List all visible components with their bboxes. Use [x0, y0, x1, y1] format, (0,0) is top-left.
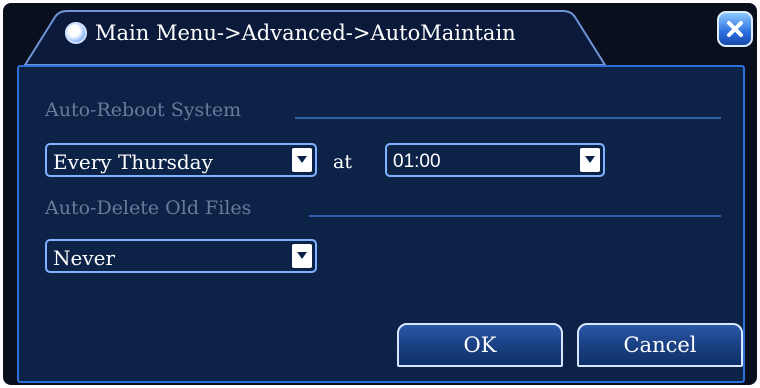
chevron-down-icon: [580, 148, 600, 172]
section-divider: [295, 117, 721, 119]
auto-delete-value: Never: [53, 246, 116, 270]
chevron-down-icon: [292, 244, 312, 268]
at-label: at: [333, 151, 352, 173]
auto-delete-section-label: Auto-Delete Old Files: [45, 197, 252, 219]
cancel-button-label: Cancel: [623, 333, 697, 357]
camera-lens-icon: [65, 22, 87, 44]
ok-button[interactable]: OK: [397, 323, 563, 367]
title-bar: Main Menu->Advanced->AutoMaintain: [65, 13, 516, 53]
ok-button-label: OK: [463, 333, 497, 357]
reboot-frequency-select[interactable]: Every Thursday: [45, 143, 317, 177]
settings-panel: Auto-Reboot System Every Thursday at 01:…: [17, 65, 745, 383]
cancel-button[interactable]: Cancel: [577, 323, 743, 367]
auto-delete-select[interactable]: Never: [45, 239, 317, 273]
auto-reboot-section-label: Auto-Reboot System: [45, 99, 242, 121]
close-button[interactable]: [717, 11, 753, 47]
automaintain-window: Main Menu->Advanced->AutoMaintain Auto-R…: [3, 3, 757, 385]
chevron-down-icon: [292, 148, 312, 172]
section-divider: [309, 215, 721, 217]
reboot-frequency-value: Every Thursday: [53, 150, 213, 174]
window-title: Main Menu->Advanced->AutoMaintain: [95, 21, 516, 45]
reboot-time-select[interactable]: 01:00: [385, 143, 605, 177]
reboot-time-value: 01:00: [393, 151, 441, 172]
close-icon: [727, 21, 743, 37]
